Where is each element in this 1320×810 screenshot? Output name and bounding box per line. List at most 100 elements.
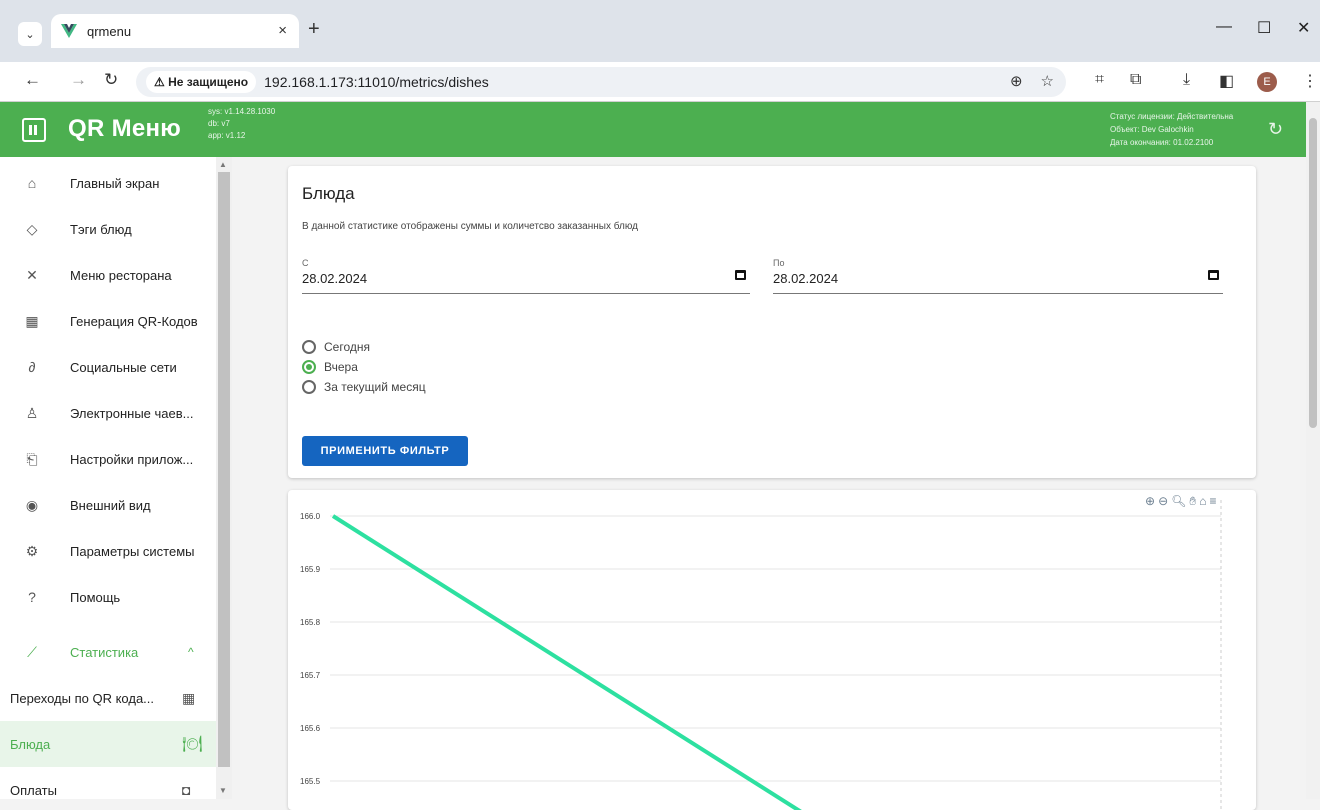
chart-menu-icon[interactable]: ≡ — [1209, 494, 1216, 509]
sidebar: ⌂ Главный экран ◇ Тэги блюд ✕ Меню ресторан… — [0, 157, 216, 799]
sidebar-subitem-qr-visits[interactable]: Переходы по QR кода... ▦ — [0, 675, 216, 721]
sidebar-item-social[interactable]: ∂ Социальные сети — [0, 344, 216, 390]
date-to-value[interactable]: 28.02.2024 — [773, 271, 838, 286]
security-indicator[interactable]: ⚠ Не защищено — [146, 71, 257, 93]
dish-icon: 🍽 — [182, 736, 203, 753]
chart-toolbar: ⊕ ⊖ 🔍︎ ✋︎ ⌂ ≡ — [1145, 494, 1216, 509]
sidebar-item-qr[interactable]: ▦ Генерация QR-Кодов — [0, 298, 216, 344]
sidebar-subitem-payments[interactable]: Оплаты ◘ — [0, 767, 216, 799]
cutlery-icon: ✕ — [26, 266, 38, 283]
radio-circle[interactable] — [302, 380, 316, 394]
zoom-in-icon[interactable]: ⊕ — [1145, 494, 1155, 509]
scroll-down-icon[interactable]: ▼ — [219, 786, 227, 795]
y-tick-label: 165.9 — [300, 565, 321, 574]
new-tab-button[interactable]: + — [308, 18, 320, 41]
gear-icon: ⚙ — [25, 542, 39, 559]
date-to-label: По — [773, 258, 785, 268]
side-panel-icon[interactable]: ◧ — [1219, 71, 1234, 91]
window-close-icon[interactable]: ✕ — [1297, 18, 1310, 38]
chart-card: 166.0 165.9 165.8 165.7 165.6 165.5 — [288, 490, 1256, 810]
sidebar-item-tips[interactable]: ♙ Электронные чаев... — [0, 390, 216, 436]
sidebar-item-statistics[interactable]: ⟋ Статистика ^ — [0, 629, 216, 675]
zoom-out-icon[interactable]: ⊖ — [1158, 494, 1168, 509]
screen-capture-icon[interactable]: ⌗ — [1095, 71, 1104, 89]
scroll-up-icon[interactable]: ▲ — [219, 160, 227, 169]
sidebar-scroll-thumb[interactable] — [218, 172, 230, 767]
sidebar-item-label: Тэги блюд — [70, 221, 132, 237]
date-from-field[interactable]: С 28.02.2024 — [302, 258, 750, 294]
refresh-icon[interactable]: ↻ — [1268, 119, 1283, 140]
page-scroll-thumb[interactable] — [1309, 118, 1317, 428]
radio-circle[interactable] — [302, 340, 316, 354]
license-status: Статус лицензии: Действительна — [1110, 112, 1234, 121]
omnibox[interactable]: ⚠ Не защищено 192.168.1.173:11010/metric… — [136, 67, 1066, 97]
app-settings-icon: ⎗ — [26, 450, 38, 467]
sidebar-item-help[interactable]: ? Помощь — [0, 574, 216, 620]
chart-icon: ⟋ — [27, 643, 37, 660]
version-info: sys: v1.14.28.1030 db: v7 app: v1.12 — [208, 106, 275, 142]
sidebar-item-label: Социальные сети — [70, 359, 177, 375]
extensions-icon[interactable]: ⧉ — [1130, 71, 1141, 89]
selection-zoom-icon[interactable]: 🔍︎ — [1171, 494, 1186, 509]
y-tick-label: 165.7 — [300, 671, 321, 680]
link-icon: ∂ — [28, 359, 36, 375]
license-object: Объект: Dev Galochkin — [1110, 125, 1194, 134]
tab-title: qrmenu — [87, 23, 132, 39]
license-expiry: Дата окончания: 01.02.2100 — [1110, 138, 1214, 147]
radio-circle[interactable] — [302, 360, 316, 374]
sidebar-item-menu[interactable]: ✕ Меню ресторана — [0, 252, 216, 298]
date-from-value[interactable]: 28.02.2024 — [302, 271, 367, 286]
forward-icon[interactable]: → — [70, 70, 87, 90]
pan-icon[interactable]: ✋︎ — [1189, 494, 1196, 509]
eye-icon: ◉ — [25, 496, 39, 513]
back-icon[interactable]: ← — [24, 70, 41, 90]
calendar-icon[interactable] — [735, 270, 746, 280]
sidebar-subitem-dishes[interactable]: Блюда 🍽 — [0, 721, 216, 767]
tag-icon: ◇ — [26, 220, 38, 237]
profile-avatar[interactable]: E — [1257, 72, 1277, 92]
browser-menu-icon[interactable]: ⋮ — [1302, 71, 1318, 91]
sidebar-item-home[interactable]: ⌂ Главный экран — [0, 160, 216, 206]
sidebar-item-label: Главный экран — [70, 175, 160, 191]
reload-icon[interactable]: ↻ — [104, 70, 118, 90]
app-header: QR Меню sys: v1.14.28.1030 db: v7 app: v… — [0, 102, 1320, 157]
page-title: Блюда — [302, 184, 355, 203]
help-icon: ? — [28, 589, 36, 605]
radio-label: Сегодня — [324, 340, 370, 354]
radio-today[interactable]: Сегодня — [302, 340, 370, 354]
sidebar-item-label: Оплаты — [10, 782, 57, 798]
tab-search-icon[interactable]: ⌄ — [18, 22, 42, 46]
sidebar-item-tags[interactable]: ◇ Тэги блюд — [0, 206, 216, 252]
apply-filter-button[interactable]: ПРИМЕНИТЬ ФИЛЬТР — [302, 436, 468, 466]
browser-tab[interactable]: qrmenu × — [51, 14, 299, 48]
sidebar-item-appearance[interactable]: ◉ Внешний вид — [0, 482, 216, 528]
version-sys: sys: v1.14.28.1030 — [208, 107, 276, 116]
radio-current-month[interactable]: За текущий месяц — [302, 380, 426, 394]
radio-yesterday[interactable]: Вчера — [302, 360, 358, 374]
sidebar-item-label: Помощь — [70, 589, 121, 605]
calendar-icon[interactable] — [1208, 270, 1219, 280]
sidebar-item-label: Меню ресторана — [70, 267, 172, 283]
radio-label: Вчера — [324, 360, 358, 374]
radio-label: За текущий месяц — [324, 380, 426, 394]
tab-close-icon[interactable]: × — [278, 22, 287, 39]
minimize-icon[interactable]: — — [1216, 18, 1232, 36]
date-to-field[interactable]: По 28.02.2024 — [773, 258, 1223, 294]
home-icon: ⌂ — [27, 175, 37, 191]
zoom-icon[interactable]: ⊕ — [1010, 72, 1023, 90]
address-bar: ← → ↻ ⚠ Не защищено 192.168.1.173:11010/… — [0, 62, 1320, 102]
chevron-up-icon: ^ — [188, 645, 194, 659]
sidebar-item-app-settings[interactable]: ⎗ Настройки прилож... — [0, 436, 216, 482]
y-tick-label: 166.0 — [300, 512, 321, 521]
url-text[interactable]: 192.168.1.173:11010/metrics/dishes — [264, 74, 489, 90]
y-tick-label: 165.5 — [300, 777, 321, 786]
bookmark-star-icon[interactable]: ☆ — [1041, 72, 1054, 90]
y-tick-label: 165.8 — [300, 618, 321, 627]
sidebar-item-system[interactable]: ⚙ Параметры системы — [0, 528, 216, 574]
dishes-line-chart: 166.0 165.9 165.8 165.7 165.6 165.5 — [300, 500, 1222, 810]
reset-home-icon[interactable]: ⌂ — [1199, 494, 1206, 509]
brand-title: QR Меню — [68, 115, 182, 142]
qr-icon: ▦ — [182, 689, 196, 706]
download-icon[interactable]: ⤓ — [1183, 71, 1190, 89]
maximize-icon[interactable]: ☐ — [1257, 18, 1271, 38]
